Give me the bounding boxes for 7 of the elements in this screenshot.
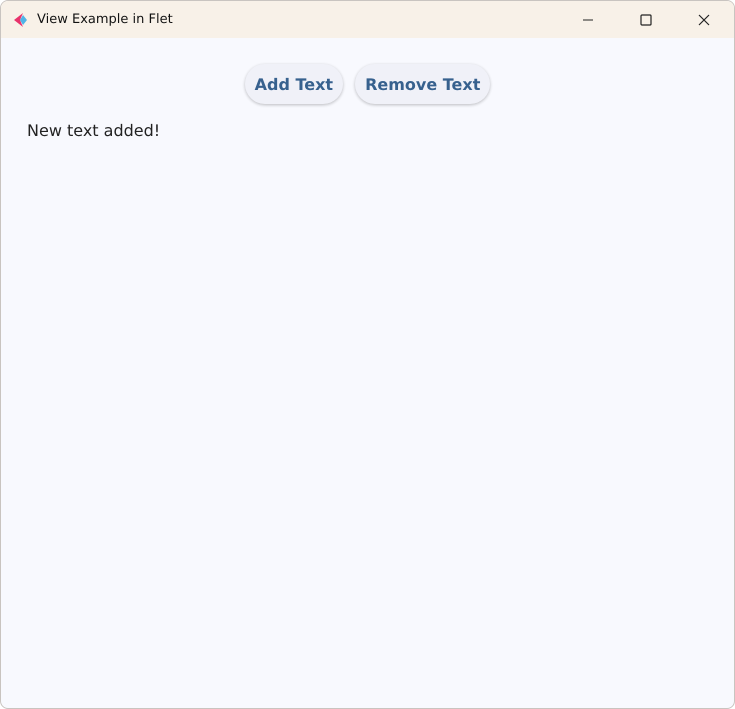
action-button[interactable]: Add Text xyxy=(244,64,344,104)
maximize-icon[interactable] xyxy=(640,14,652,26)
action-button[interactable]: Remove Text xyxy=(355,64,490,104)
app-logo-icon xyxy=(12,12,28,28)
message-text: New text added! xyxy=(27,121,162,140)
window-title: View Example in Flet xyxy=(37,12,173,27)
close-icon[interactable] xyxy=(698,14,710,26)
